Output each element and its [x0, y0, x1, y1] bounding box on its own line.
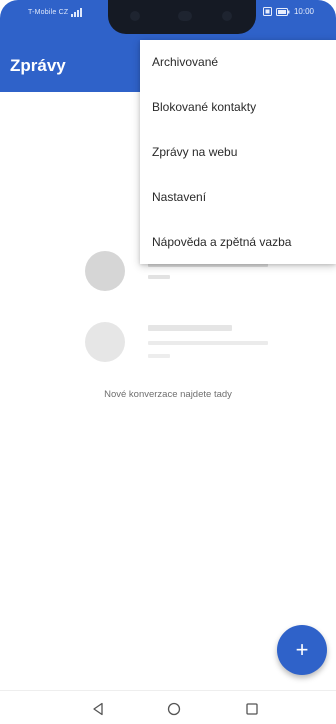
menu-item-messages-for-web[interactable]: Zprávy na webu [140, 130, 336, 175]
menu-item-blocked-contacts[interactable]: Blokované kontakty [140, 85, 336, 130]
battery-icon [275, 7, 290, 16]
nav-back-button[interactable] [87, 698, 109, 720]
placeholder-line [148, 275, 170, 279]
nav-recents-button[interactable] [241, 698, 263, 720]
placeholder-line [148, 325, 232, 331]
back-icon [93, 702, 103, 716]
empty-state-message: Nové konverzace najdete tady [104, 389, 232, 400]
placeholder-avatar [85, 251, 125, 291]
overflow-menu: Archivované Blokované kontakty Zprávy na… [140, 40, 336, 264]
clock: 10:00 [293, 7, 314, 16]
navigation-bar [0, 690, 336, 724]
placeholder-line [148, 354, 170, 358]
placeholder-line [148, 341, 268, 345]
camera-notch [108, 0, 256, 34]
app-title: Zprávy [10, 56, 66, 75]
carrier-label: T-Mobile CZ [28, 9, 69, 16]
nfc-icon [262, 7, 272, 16]
menu-item-help-feedback[interactable]: Nápověda a zpětná vazba [140, 219, 336, 264]
signal-icon [71, 8, 82, 17]
start-chat-button[interactable]: + [277, 625, 327, 675]
home-icon [167, 702, 181, 716]
plus-icon: + [295, 637, 309, 662]
screen: Nové konverzace najdete tady T-Mobile CZ [0, 0, 336, 724]
menu-item-archived[interactable]: Archivované [140, 40, 336, 85]
placeholder-avatar [85, 322, 125, 362]
status-bar: T-Mobile CZ 10:00 [0, 0, 336, 34]
menu-item-settings[interactable]: Nastavení [140, 174, 336, 219]
nav-home-button[interactable] [163, 698, 185, 720]
status-icons: 10:00 [262, 7, 314, 16]
recents-icon [246, 703, 258, 715]
